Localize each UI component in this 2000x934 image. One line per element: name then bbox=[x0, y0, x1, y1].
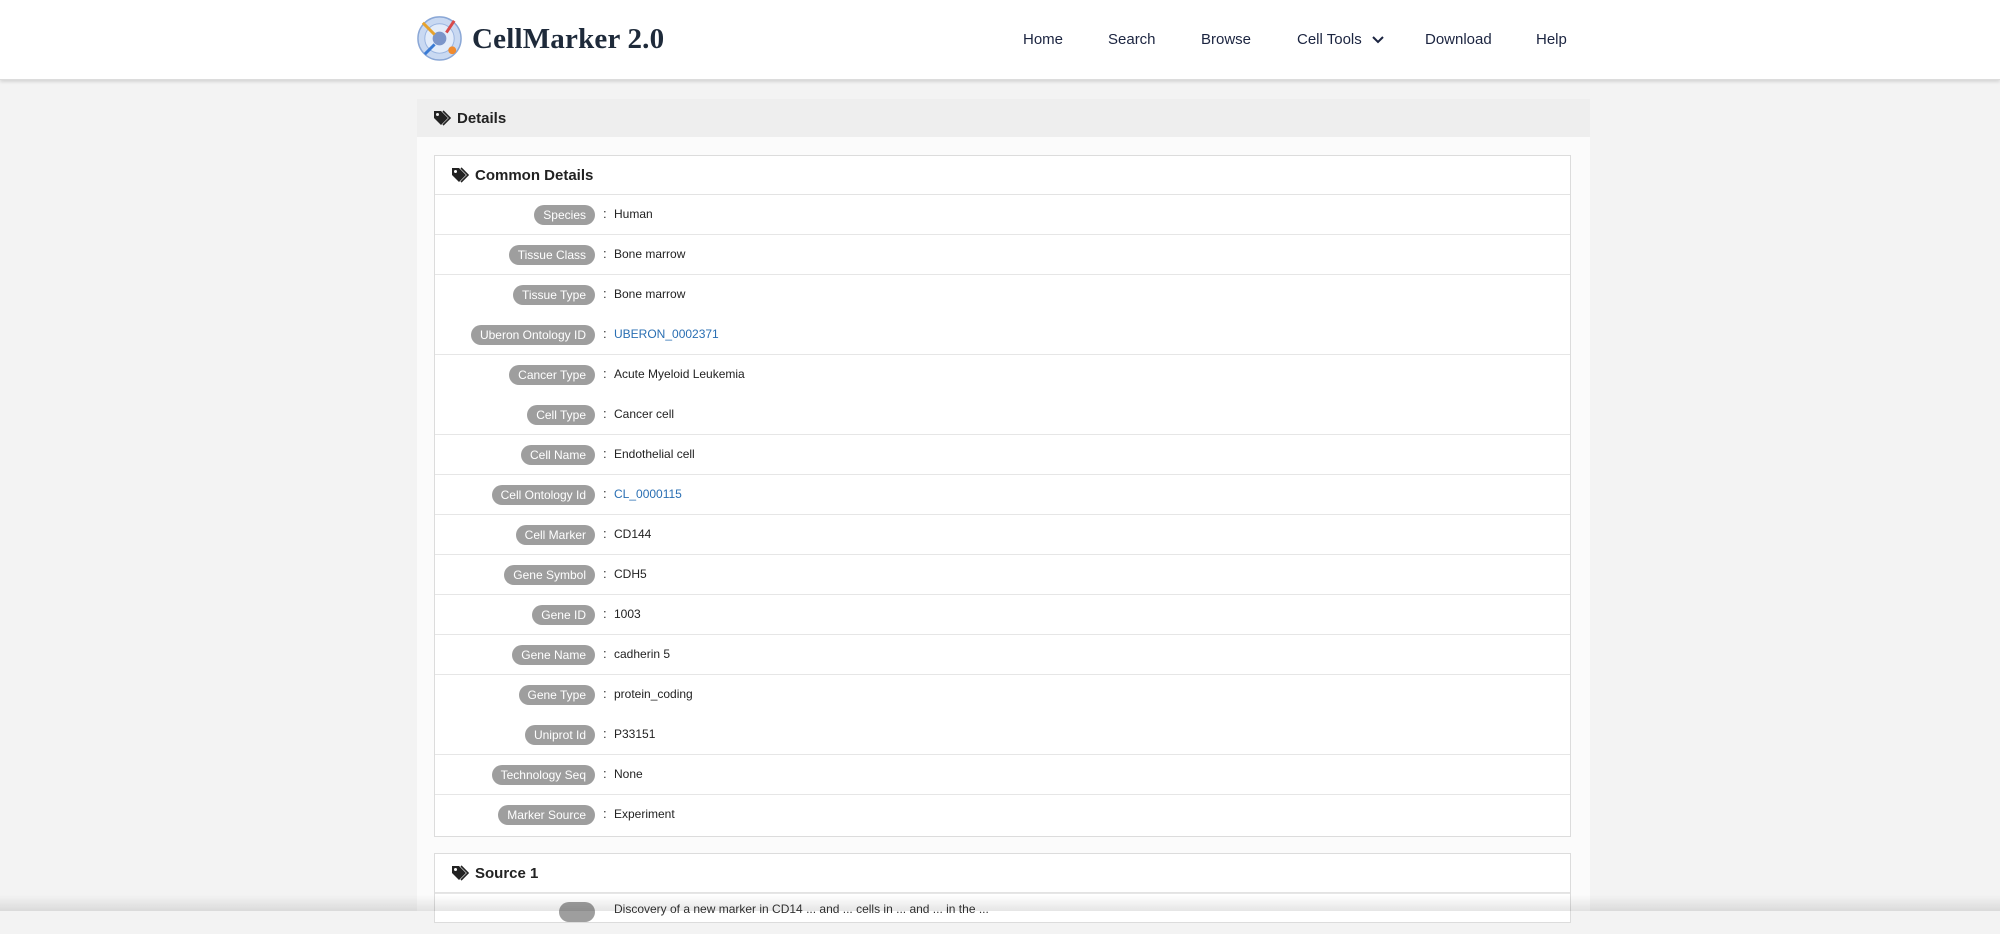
separator: : bbox=[603, 566, 607, 581]
field-label: Tissue Class bbox=[508, 245, 595, 265]
separator: : bbox=[603, 526, 607, 541]
field-label: Uniprot Id bbox=[524, 725, 595, 745]
separator: : bbox=[603, 806, 607, 821]
separator: : bbox=[603, 446, 607, 461]
detail-row-cell-name: Cell Name : Endothelial cell bbox=[435, 435, 1570, 475]
detail-row-gene-type: Gene Type : protein_coding bbox=[435, 675, 1570, 715]
nav-home[interactable]: Home bbox=[1023, 0, 1063, 79]
field-label: Gene ID bbox=[532, 605, 595, 625]
separator: : bbox=[603, 326, 607, 341]
field-value: Discovery of a new marker in CD14 ... an… bbox=[614, 902, 989, 916]
tags-icon bbox=[434, 110, 451, 126]
cellmarker-logo-icon[interactable] bbox=[415, 13, 464, 62]
separator: : bbox=[603, 206, 607, 221]
separator: : bbox=[603, 286, 607, 301]
detail-row-species: Species : Human bbox=[435, 195, 1570, 235]
detail-row-cell-ontology-id: Cell Ontology Id : CL_0000115 bbox=[435, 475, 1570, 515]
source-card: Source 1 Discovery of a new marker in CD… bbox=[434, 853, 1571, 923]
field-value: Bone marrow bbox=[614, 247, 686, 261]
field-value: Bone marrow bbox=[614, 287, 686, 301]
detail-row-tissue-class: Tissue Class : Bone marrow bbox=[435, 235, 1570, 275]
field-label: Cell Marker bbox=[515, 525, 595, 545]
field-label: Gene Name bbox=[512, 645, 595, 665]
nav-help[interactable]: Help bbox=[1536, 0, 1567, 79]
common-details-card: Common Details Species : Human Tissue Cl… bbox=[434, 155, 1571, 837]
separator: : bbox=[603, 486, 607, 501]
detail-row-uniprot-id: Uniprot Id : P33151 bbox=[435, 715, 1570, 755]
nav-search[interactable]: Search bbox=[1108, 0, 1156, 79]
separator: : bbox=[603, 246, 607, 261]
field-value: None bbox=[614, 767, 643, 781]
separator: : bbox=[603, 686, 607, 701]
source-header: Source 1 bbox=[435, 854, 1570, 893]
nav-browse[interactable]: Browse bbox=[1201, 0, 1251, 79]
field-label: Uberon Ontology ID bbox=[470, 325, 595, 345]
common-details-title: Common Details bbox=[475, 166, 594, 184]
nav-download[interactable]: Download bbox=[1425, 0, 1492, 79]
separator: : bbox=[603, 726, 607, 741]
separator: : bbox=[603, 766, 607, 781]
details-title: Details bbox=[457, 109, 507, 127]
detail-row-gene-name: Gene Name : cadherin 5 bbox=[435, 635, 1570, 675]
field-label: Cell Type bbox=[527, 405, 595, 425]
separator: : bbox=[603, 366, 607, 381]
field-label: Cell Ontology Id bbox=[491, 485, 595, 505]
tags-icon bbox=[452, 167, 469, 183]
field-value: Cancer cell bbox=[614, 407, 675, 421]
separator: : bbox=[603, 406, 607, 421]
field-value: P33151 bbox=[614, 727, 656, 741]
field-label: Species bbox=[534, 205, 595, 225]
common-details-header: Common Details bbox=[435, 156, 1570, 195]
field-label: Gene Symbol bbox=[504, 565, 595, 585]
field-value: cadherin 5 bbox=[614, 647, 671, 661]
tags-icon bbox=[452, 865, 469, 881]
chevron-down-icon bbox=[1372, 35, 1384, 43]
detail-row-cancer-type: Cancer Type : Acute Myeloid Leukemia bbox=[435, 355, 1570, 395]
field-value: 1003 bbox=[614, 607, 641, 621]
nav-cell-tools-label: Cell Tools bbox=[1297, 31, 1362, 48]
uberon-id-link[interactable]: UBERON_0002371 bbox=[614, 327, 719, 341]
field-value: Acute Myeloid Leukemia bbox=[614, 367, 745, 381]
detail-row-cell-marker: Cell Marker : CD144 bbox=[435, 515, 1570, 555]
field-label: Cancer Type bbox=[509, 365, 595, 385]
field-label: Gene Type bbox=[518, 685, 595, 705]
cell-ontology-id-link[interactable]: CL_0000115 bbox=[614, 487, 682, 501]
field-label: Marker Source bbox=[498, 805, 595, 825]
detail-row-cell-type: Cell Type : Cancer cell bbox=[435, 395, 1570, 435]
detail-row-technology-seq: Technology Seq : None bbox=[435, 755, 1570, 795]
detail-row-gene-symbol: Gene Symbol : CDH5 bbox=[435, 555, 1570, 595]
field-label: Tissue Type bbox=[512, 285, 595, 305]
source-title: Source 1 bbox=[475, 864, 539, 882]
source-row: Discovery of a new marker in CD14 ... an… bbox=[435, 893, 1570, 934]
separator: : bbox=[603, 606, 607, 621]
field-value: CD144 bbox=[614, 527, 652, 541]
field-value: Human bbox=[614, 207, 653, 221]
field-value: protein_coding bbox=[614, 687, 693, 701]
brand-title[interactable]: CellMarker 2.0 bbox=[472, 21, 664, 57]
detail-row-gene-id: Gene ID : 1003 bbox=[435, 595, 1570, 635]
detail-row-tissue-type: Tissue Type : Bone marrow bbox=[435, 275, 1570, 315]
detail-row-marker-source: Marker Source : Experiment bbox=[435, 795, 1570, 835]
field-label bbox=[559, 902, 595, 922]
top-navbar: CellMarker 2.0 Home Search Browse Cell T… bbox=[0, 0, 2000, 80]
field-value: CDH5 bbox=[614, 567, 647, 581]
field-label: Technology Seq bbox=[491, 765, 595, 785]
field-value: Experiment bbox=[614, 807, 675, 821]
nav-cell-tools[interactable]: Cell Tools bbox=[1297, 0, 1385, 79]
field-value: Endothelial cell bbox=[614, 447, 695, 461]
field-label: Cell Name bbox=[520, 445, 595, 465]
detail-row-uberon-ontology-id: Uberon Ontology ID : UBERON_0002371 bbox=[435, 315, 1570, 355]
separator: : bbox=[603, 646, 607, 661]
details-header: Details bbox=[417, 99, 1590, 137]
